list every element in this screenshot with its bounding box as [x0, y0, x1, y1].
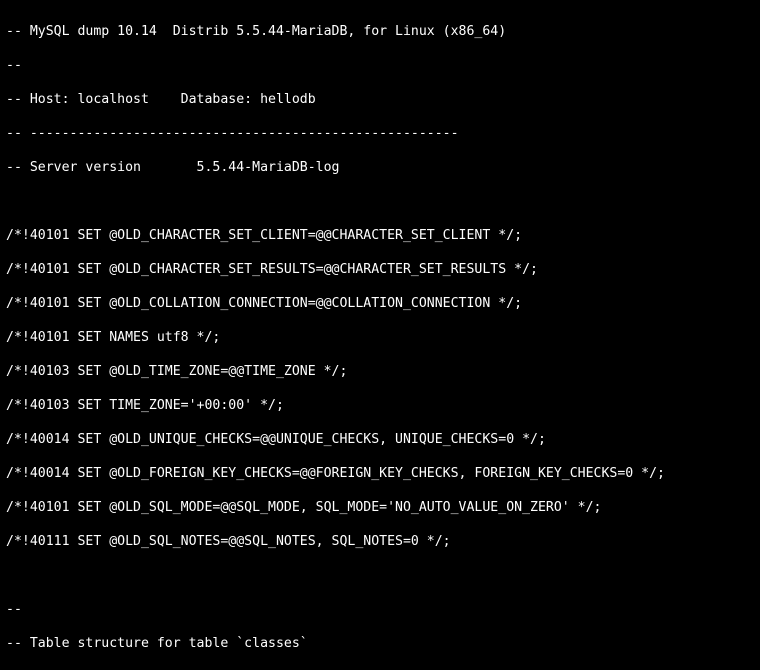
set-directive-line: /*!40014 SET @OLD_UNIQUE_CHECKS=@@UNIQUE… — [6, 431, 754, 448]
set-directive-line: /*!40101 SET NAMES utf8 */; — [6, 329, 754, 346]
dump-header-line: -- MySQL dump 10.14 Distrib 5.5.44-Maria… — [6, 23, 754, 40]
server-version-line: -- Server version 5.5.44-MariaDB-log — [6, 159, 754, 176]
set-directive-line: /*!40101 SET @OLD_COLLATION_CONNECTION=@… — [6, 295, 754, 312]
set-directive-line: /*!40014 SET @OLD_FOREIGN_KEY_CHECKS=@@F… — [6, 465, 754, 482]
blank-line — [6, 193, 754, 210]
set-directive-line: /*!40111 SET @OLD_SQL_NOTES=@@SQL_NOTES,… — [6, 533, 754, 550]
set-directive-line: /*!40101 SET @OLD_CHARACTER_SET_RESULTS=… — [6, 261, 754, 278]
set-directive-line: /*!40103 SET TIME_ZONE='+00:00' */; — [6, 397, 754, 414]
host-db-line: -- Host: localhost Database: hellodb — [6, 91, 754, 108]
set-directive-line: /*!40101 SET @OLD_SQL_MODE=@@SQL_MODE, S… — [6, 499, 754, 516]
set-directive-line: /*!40101 SET @OLD_CHARACTER_SET_CLIENT=@… — [6, 227, 754, 244]
comment-line: -- — [6, 601, 754, 618]
set-directive-line: /*!40103 SET @OLD_TIME_ZONE=@@TIME_ZONE … — [6, 363, 754, 380]
table-structure-comment: -- Table structure for table `classes` — [6, 635, 754, 652]
separator-line: -- -------------------------------------… — [6, 125, 754, 142]
terminal-output: -- MySQL dump 10.14 Distrib 5.5.44-Maria… — [0, 0, 760, 670]
blank-line — [6, 567, 754, 584]
comment-line: -- — [6, 57, 754, 74]
